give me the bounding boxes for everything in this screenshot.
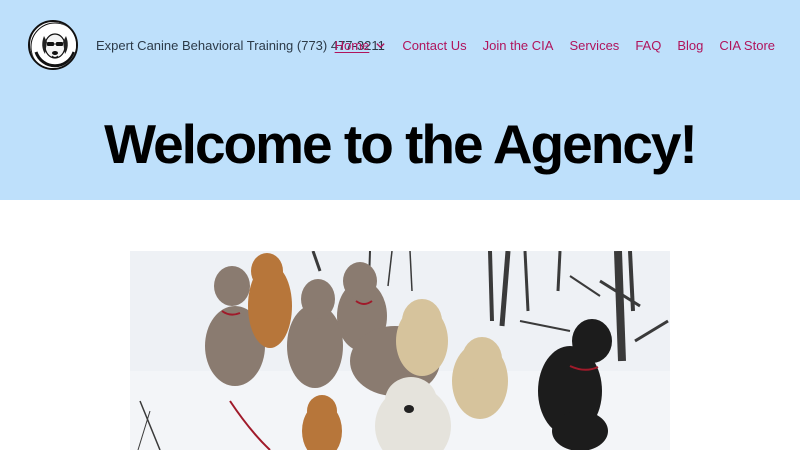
site-logo[interactable] bbox=[28, 20, 78, 70]
primary-nav: Home Contact Us Join the CIA Services FA… bbox=[335, 38, 775, 53]
nav-item-home[interactable]: Home bbox=[335, 38, 387, 53]
page-title: Welcome to the Agency! bbox=[104, 113, 698, 175]
chevron-down-icon[interactable] bbox=[375, 40, 386, 51]
nav-link-contact-us[interactable]: Contact Us bbox=[402, 38, 466, 53]
featured-image bbox=[130, 251, 670, 450]
nav-link-home[interactable]: Home bbox=[335, 38, 370, 53]
nav-link-join-the-cia[interactable]: Join the CIA bbox=[483, 38, 554, 53]
site-header: Expert Canine Behavioral Training (773) … bbox=[0, 0, 800, 200]
nav-link-services[interactable]: Services bbox=[569, 38, 619, 53]
dogs-in-snow-photo bbox=[130, 251, 670, 450]
nav-link-cia-store[interactable]: CIA Store bbox=[719, 38, 775, 53]
nav-link-faq[interactable]: FAQ bbox=[635, 38, 661, 53]
nav-link-blog[interactable]: Blog bbox=[677, 38, 703, 53]
dog-logo-icon bbox=[30, 22, 76, 68]
